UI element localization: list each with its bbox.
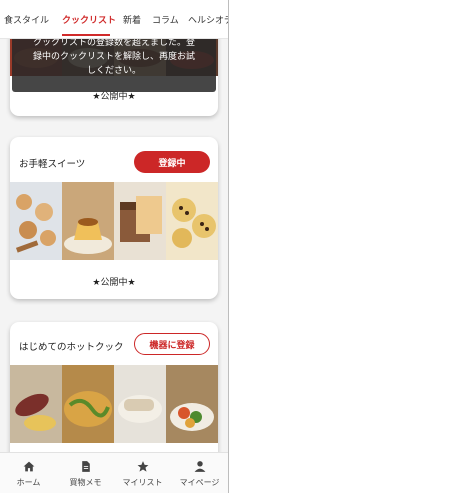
recipe-image[interactable] xyxy=(166,365,218,443)
cooklist-card-hotcook[interactable]: はじめてのホットクック 機器に登録 xyxy=(10,322,218,462)
tab-food-style[interactable]: 食スタイル xyxy=(4,13,49,26)
memo-icon xyxy=(81,461,90,472)
app-screen: 食スタイル クックリスト 新着 コラム ヘルシオデ ★公開中★ クックリストの登… xyxy=(0,0,229,493)
recipe-image[interactable] xyxy=(114,182,166,260)
person-icon xyxy=(194,461,205,472)
recipe-image[interactable] xyxy=(114,365,166,443)
recipe-image[interactable] xyxy=(10,365,62,443)
recipe-image[interactable] xyxy=(166,182,218,260)
tab-cooklist[interactable]: クックリスト xyxy=(62,13,116,26)
card-image-row xyxy=(10,365,218,443)
registered-button[interactable]: 登録中 xyxy=(134,151,210,173)
recipe-image[interactable] xyxy=(10,182,62,260)
cooklist-card-sweets[interactable]: お手軽スイーツ 登録中 ★公開中★ xyxy=(10,137,218,299)
bottom-navigation: ホーム 買物メモ マイリスト マイページ xyxy=(0,452,228,493)
card-image-row xyxy=(10,182,218,260)
publish-status: ★公開中★ xyxy=(92,278,136,288)
toast-line: しください。 xyxy=(86,66,141,76)
tab-column[interactable]: コラム xyxy=(152,13,179,26)
card-title: はじめてのホットクック xyxy=(19,342,124,353)
nav-mypage[interactable]: マイページ xyxy=(171,453,228,493)
tab-new[interactable]: 新着 xyxy=(123,13,141,26)
nav-label: マイページ xyxy=(179,478,220,487)
toast-line: 録中のクックリストを解除し、再度お試 xyxy=(32,52,195,62)
recipe-image[interactable] xyxy=(62,182,114,260)
nav-mylist[interactable]: マイリスト xyxy=(114,453,171,493)
category-tabs: 食スタイル クックリスト 新着 コラム ヘルシオデ xyxy=(0,0,228,39)
active-tab-indicator xyxy=(62,34,110,36)
nav-label: 買物メモ xyxy=(69,478,102,487)
nav-shopping-memo[interactable]: 買物メモ xyxy=(57,453,114,493)
star-icon xyxy=(137,461,148,472)
nav-label: マイリスト xyxy=(122,478,163,487)
nav-label: ホーム xyxy=(16,478,41,487)
nav-home[interactable]: ホーム xyxy=(0,453,57,493)
register-to-device-button[interactable]: 機器に登録 xyxy=(134,333,210,355)
tab-healsio[interactable]: ヘルシオデ xyxy=(188,13,228,26)
home-icon xyxy=(23,461,34,472)
recipe-image[interactable] xyxy=(62,365,114,443)
card-title: お手軽スイーツ xyxy=(19,159,86,170)
limit-exceeded-toast: クックリストの登録数を超えました。登 録中のクックリストを解除し、再度お試 しく… xyxy=(12,30,216,92)
